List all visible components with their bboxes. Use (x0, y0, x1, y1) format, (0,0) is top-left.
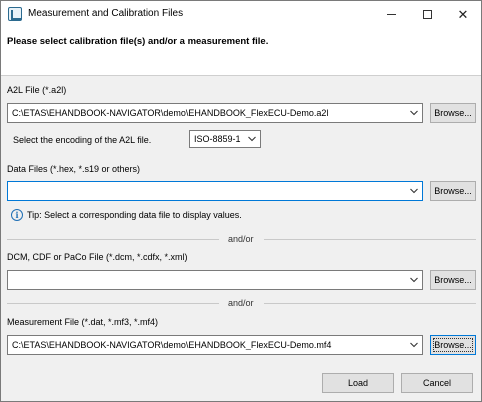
dcm-file-combo[interactable] (7, 270, 423, 290)
separator-line (7, 239, 219, 240)
maximize-button[interactable] (409, 1, 445, 27)
app-icon (8, 7, 22, 21)
maximize-icon (422, 9, 432, 19)
close-icon: ✕ (457, 6, 469, 22)
separator-line (264, 239, 476, 240)
measurement-file-label: Measurement File (*.dat, *.mf3, *.mf4) (7, 317, 159, 327)
measurement-file-combo[interactable]: C:\ETAS\EHANDBOOK-NAVIGATOR\demo\EHANDBO… (7, 335, 423, 355)
window-title: Measurement and Calibration Files (28, 8, 184, 19)
instruction-text: Please select calibration file(s) and/or… (7, 36, 269, 47)
encoding-value: ISO-8859-1 (194, 134, 241, 144)
a2l-browse-button[interactable]: Browse... (430, 103, 476, 123)
chevron-down-icon[interactable] (244, 131, 260, 147)
data-files-label: Data Files (*.hex, *.s19 or others) (7, 164, 141, 174)
info-icon: i (11, 209, 23, 221)
encoding-select[interactable]: ISO-8859-1 (189, 130, 261, 148)
load-button[interactable]: Load (322, 373, 394, 393)
chevron-down-icon[interactable] (406, 182, 422, 200)
measurement-browse-button[interactable]: Browse... (430, 335, 476, 355)
cancel-button[interactable]: Cancel (401, 373, 473, 393)
a2l-file-combo[interactable]: C:\ETAS\EHANDBOOK-NAVIGATOR\demo\EHANDBO… (7, 103, 423, 123)
measurement-file-value: C:\ETAS\EHANDBOOK-NAVIGATOR\demo\EHANDBO… (12, 340, 332, 350)
encoding-label: Select the encoding of the A2L file. (13, 135, 152, 145)
minimize-icon (386, 13, 396, 15)
and-or-separator: and/or (228, 234, 254, 244)
minimize-button[interactable] (373, 1, 409, 27)
data-files-browse-button[interactable]: Browse... (430, 181, 476, 201)
dcm-file-label: DCM, CDF or PaCo File (*.dcm, *.cdfx, *.… (7, 252, 188, 262)
a2l-file-value: C:\ETAS\EHANDBOOK-NAVIGATOR\demo\EHANDBO… (12, 108, 329, 118)
chevron-down-icon[interactable] (406, 336, 422, 354)
dialog-window: Measurement and Calibration Files ✕ Plea… (0, 0, 482, 402)
dcm-browse-button[interactable]: Browse... (430, 270, 476, 290)
title-bar: Measurement and Calibration Files ✕ (1, 1, 481, 27)
chevron-down-icon[interactable] (406, 271, 422, 289)
and-or-separator: and/or (228, 298, 254, 308)
close-button[interactable]: ✕ (445, 1, 481, 27)
a2l-file-label: A2L File (*.a2l) (7, 85, 67, 95)
separator-line (264, 303, 476, 304)
data-files-tip: Tip: Select a corresponding data file to… (27, 210, 242, 220)
dialog-header: Please select calibration file(s) and/or… (1, 27, 481, 76)
data-files-combo[interactable] (7, 181, 423, 201)
chevron-down-icon[interactable] (406, 104, 422, 122)
separator-line (7, 303, 219, 304)
